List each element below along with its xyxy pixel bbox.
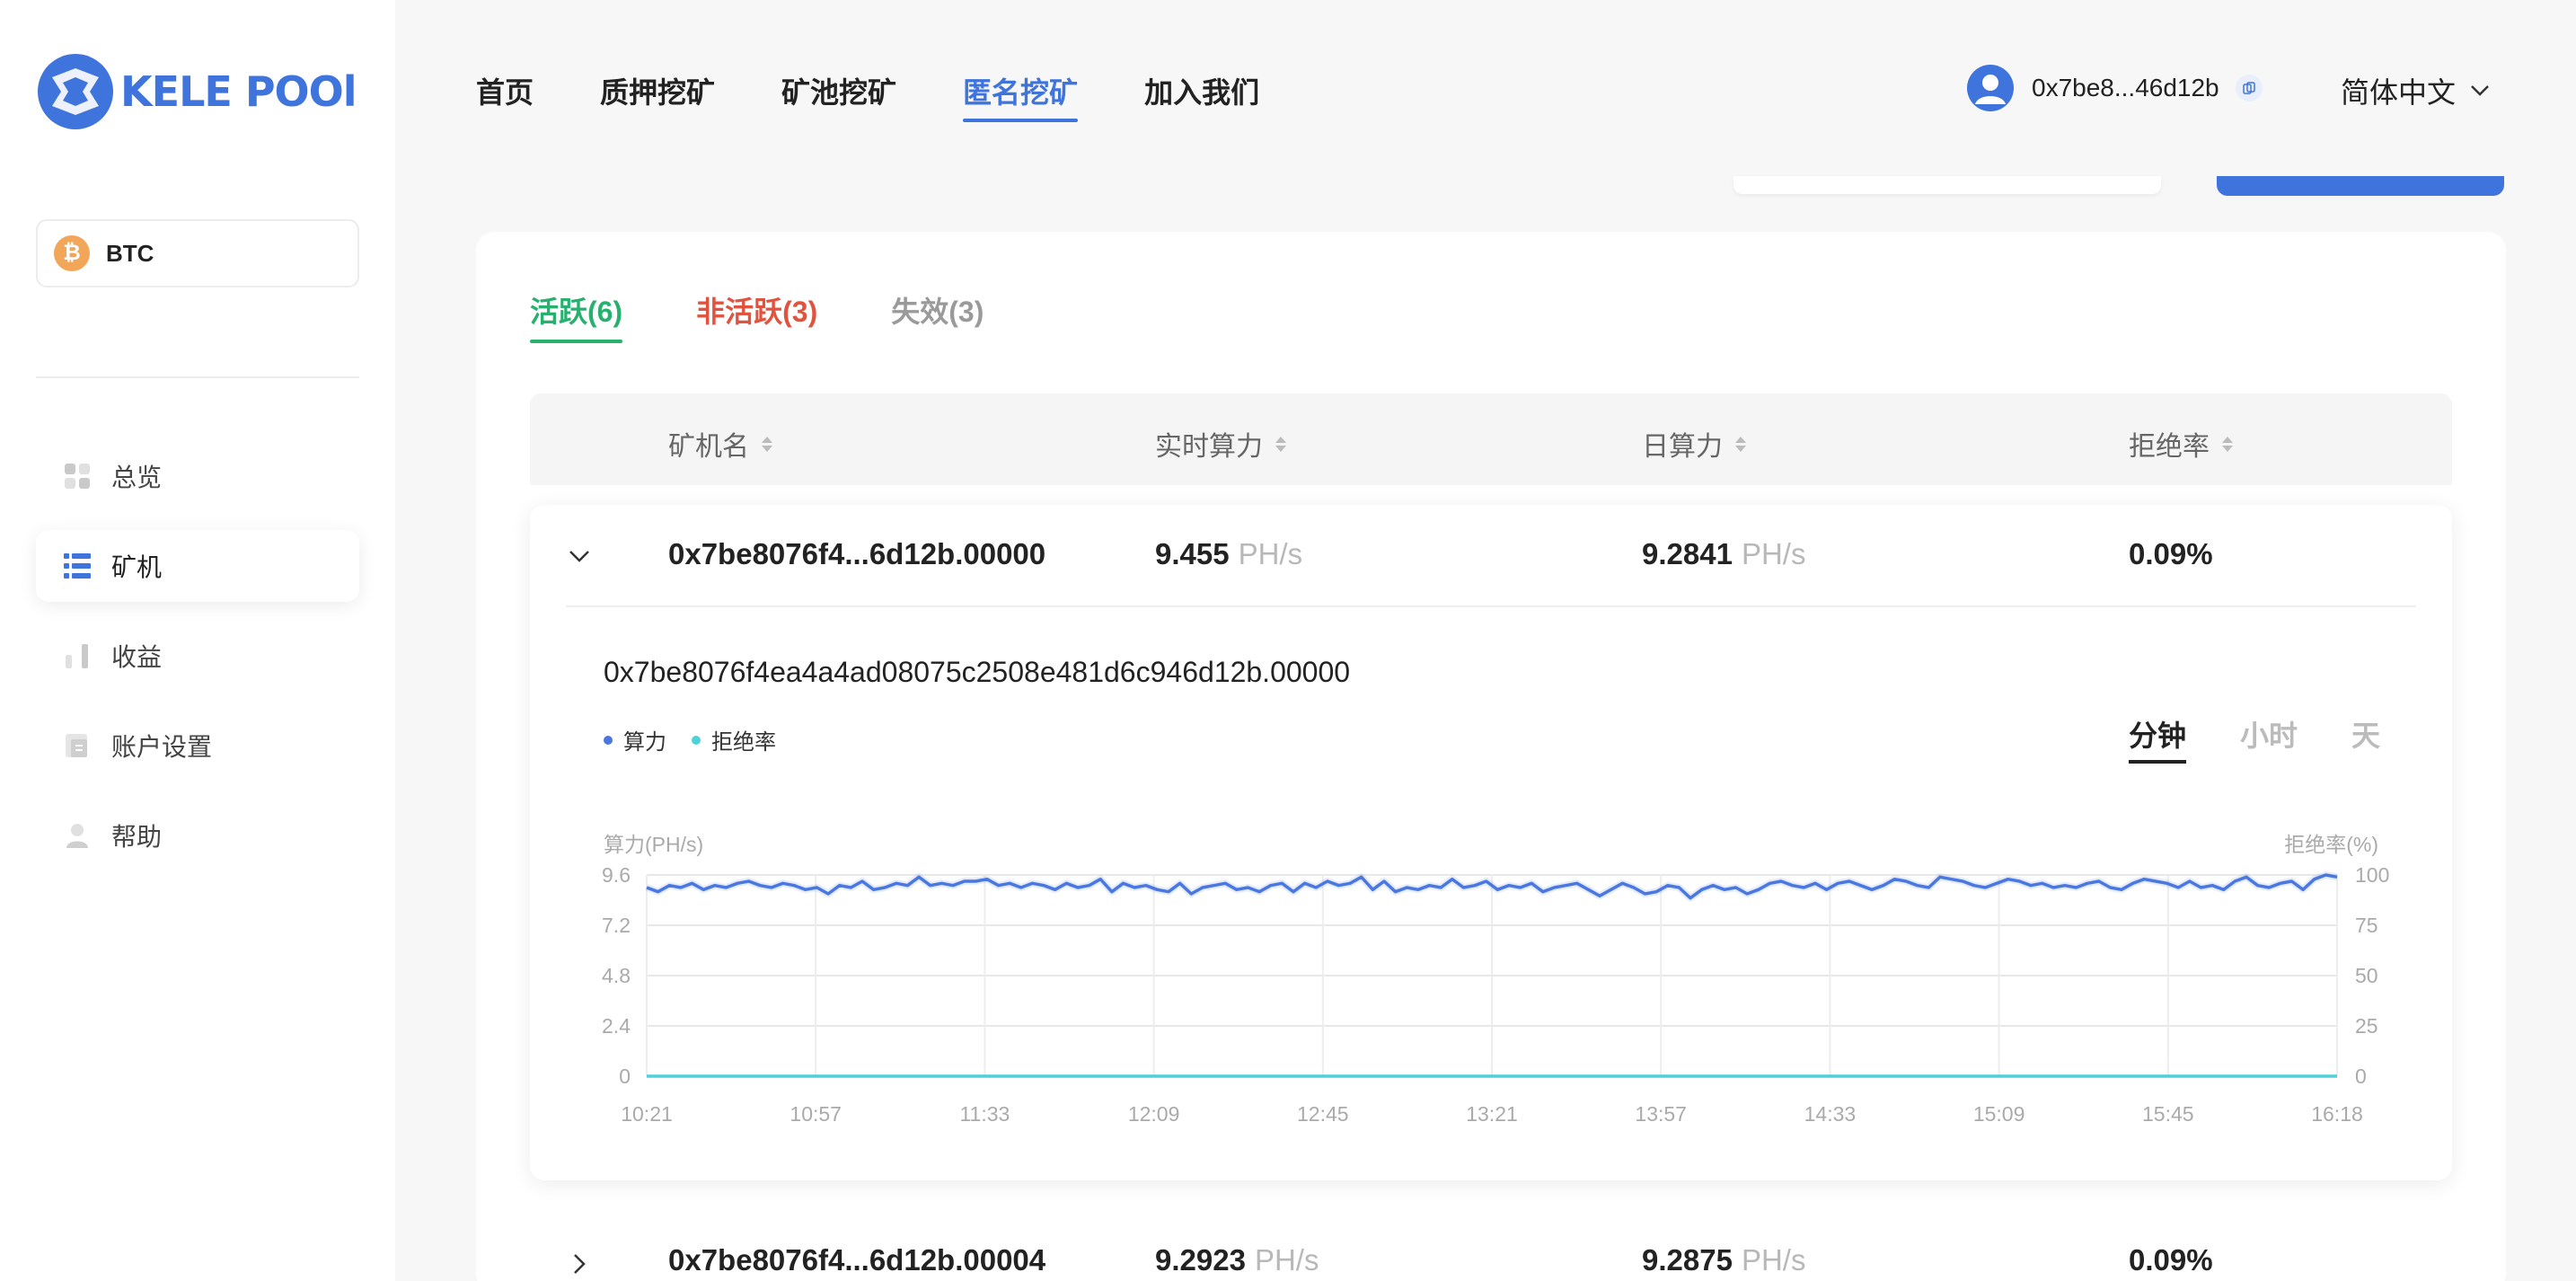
x-tick-label: 15:45 [2142, 1102, 2194, 1126]
realtime-hashrate-value: 9.2923 [1155, 1243, 1246, 1277]
sidebar-item-account-settings[interactable]: 账户设置 [36, 710, 359, 782]
sort-icon [2222, 436, 2233, 452]
sidebar-item-label: 总览 [111, 464, 163, 491]
coin-selector[interactable]: ₿ BTC [36, 219, 359, 287]
x-tick-label: 13:21 [1466, 1102, 1518, 1126]
y2-tick-label: 25 [2355, 1014, 2378, 1038]
table-row[interactable]: 0x7be8076f4...6d12b.00004 9.2923 PH/s 9.2… [530, 1229, 2452, 1281]
chart-ticks: 0 0 2.4 25 4.8 50 7.2 75 9.6 100 10:21 10:57 11:33 12… [602, 863, 2389, 1126]
language-label: 简体中文 [2341, 76, 2457, 109]
column-label: 矿机名 [668, 432, 749, 462]
hashrate-chart: 算力(PH/s) 拒绝率(%) 0 0 2.4 25 4.8 50 7.2 75 9.6 100 1… [602, 833, 2389, 1126]
status-tabs: 活跃(6) 非活跃(3) 失效(3) [530, 289, 1057, 343]
column-label: 拒绝率 [2129, 432, 2210, 462]
unit: PH/s [1254, 1243, 1319, 1277]
chart-grid [646, 874, 2338, 1077]
miners-card: 活跃(6) 非活跃(3) 失效(3) 矿机名 实时算力 日算力 拒绝率 0x7b… [476, 232, 2506, 1281]
settings-icon [63, 731, 92, 760]
y2-tick-label: 75 [2355, 914, 2378, 937]
sidebar-item-help[interactable]: 帮助 [36, 800, 359, 871]
sidebar-item-overview[interactable]: 总览 [36, 440, 359, 512]
column-header-miner-name[interactable]: 矿机名 [668, 424, 772, 464]
x-tick-label: 12:45 [1297, 1102, 1349, 1126]
y-tick-label: 4.8 [602, 964, 631, 987]
column-label: 实时算力 [1155, 432, 1263, 462]
daily-hashrate: 9.2875 PH/s [1642, 1243, 1805, 1277]
wallet-address: 0x7be8...46d12b [2032, 74, 2219, 102]
bar-chart-icon [63, 641, 92, 670]
realtime-hashrate: 9.2923 PH/s [1155, 1243, 1319, 1277]
chevron-down-icon [2471, 85, 2489, 96]
column-header-realtime-hashrate[interactable]: 实时算力 [1155, 424, 1286, 464]
x-tick-label: 15:09 [1973, 1102, 2025, 1126]
nav-join-us[interactable]: 加入我们 [1144, 70, 1259, 120]
y2-tick-label: 0 [2355, 1065, 2367, 1088]
search-input-partial[interactable] [1734, 176, 2161, 194]
nav-anonymous-mining[interactable]: 匿名挖矿 [963, 70, 1079, 122]
y-axis-label: 算力(PH/s) [604, 833, 703, 856]
tab-inactive[interactable]: 非活跃(3) [696, 289, 817, 343]
column-header-daily-hashrate[interactable]: 日算力 [1642, 424, 1746, 464]
x-tick-label: 12:09 [1128, 1102, 1180, 1126]
brand-logo[interactable]: KELE POOl [36, 50, 357, 133]
sort-icon [762, 436, 772, 452]
miner-name: 0x7be8076f4...6d12b.00004 [668, 1243, 1046, 1277]
language-selector[interactable]: 简体中文 [2341, 70, 2490, 111]
nav-staking-mining[interactable]: 质押挖矿 [600, 70, 715, 120]
sidebar-divider [36, 376, 359, 378]
y2-tick-label: 100 [2355, 863, 2389, 887]
user-help-icon [63, 821, 92, 850]
bitcoin-icon: ₿ [54, 235, 90, 271]
sidebar-item-label: 帮助 [111, 823, 163, 851]
y2-tick-label: 50 [2355, 964, 2378, 987]
user-account[interactable]: 0x7be8...46d12b [1967, 65, 2263, 111]
sidebar-item-label: 矿机 [111, 553, 163, 581]
y-tick-label: 7.2 [602, 914, 631, 937]
brand-name: KELE POOl [120, 67, 357, 116]
coin-label: BTC [106, 239, 154, 267]
sidebar-item-label: 账户设置 [111, 733, 213, 761]
action-button-partial[interactable] [2217, 176, 2504, 196]
x-tick-label: 10:21 [621, 1102, 673, 1126]
table-row-expanded: 0x7be8076f4...6d12b.00000 9.455 PH/s 9.28… [530, 505, 2452, 1180]
logo-mark-icon [38, 54, 113, 129]
y-tick-label: 9.6 [602, 863, 631, 887]
unit: PH/s [1741, 1243, 1806, 1277]
chevron-right-icon[interactable] [566, 1250, 593, 1277]
x-tick-label: 13:57 [1635, 1102, 1687, 1126]
nav-pool-mining[interactable]: 矿池挖矿 [781, 70, 896, 120]
list-icon [63, 552, 92, 580]
sidebar-item-miners[interactable]: 矿机 [36, 530, 359, 602]
tab-active[interactable]: 活跃(6) [530, 289, 623, 343]
sort-icon [1735, 436, 1746, 452]
sidebar-item-label: 收益 [111, 643, 163, 671]
dashboard-icon [63, 462, 92, 490]
avatar [1967, 65, 2014, 111]
column-header-reject-rate[interactable]: 拒绝率 [2129, 424, 2233, 464]
y-tick-label: 0 [619, 1065, 631, 1088]
sidebar: KELE POOl ₿ BTC 总览 矿机 收益 账户设置 帮助 [0, 0, 395, 1281]
y2-axis-label: 拒绝率(%) [2284, 833, 2378, 856]
top-navigation: 首页 质押挖矿 矿池挖矿 匿名挖矿 加入我们 [476, 70, 1326, 122]
x-tick-label: 11:33 [959, 1102, 1010, 1126]
sort-icon [1275, 436, 1286, 452]
sidebar-item-earnings[interactable]: 收益 [36, 620, 359, 692]
nav-home[interactable]: 首页 [476, 70, 534, 120]
daily-hashrate-value: 9.2875 [1642, 1243, 1733, 1277]
column-label: 日算力 [1642, 432, 1723, 462]
x-tick-label: 16:18 [2311, 1102, 2363, 1126]
copy-icon[interactable] [2235, 75, 2263, 102]
reject-rate: 0.09% [2129, 1243, 2213, 1277]
x-tick-label: 10:57 [790, 1102, 842, 1126]
table-header: 矿机名 实时算力 日算力 拒绝率 [530, 393, 2452, 485]
tab-invalid[interactable]: 失效(3) [891, 289, 984, 343]
y-tick-label: 2.4 [602, 1014, 631, 1038]
x-tick-label: 14:33 [1804, 1102, 1857, 1126]
